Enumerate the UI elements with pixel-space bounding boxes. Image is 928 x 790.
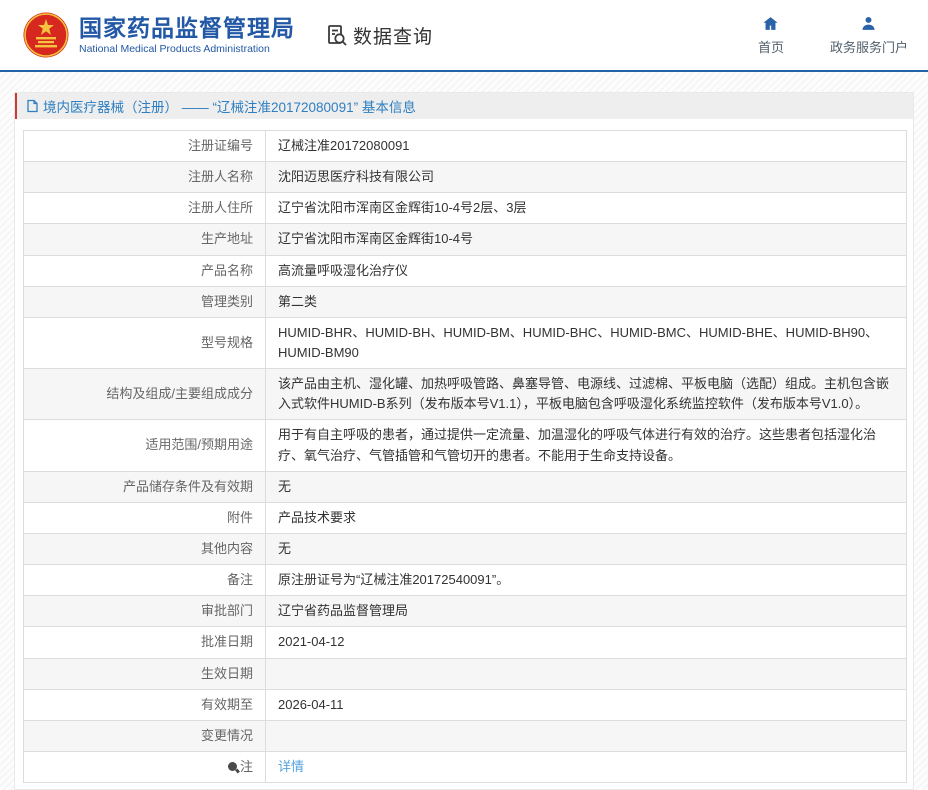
home-icon: [762, 15, 779, 32]
row-value: 2026-04-11: [266, 689, 907, 720]
row-label: 有效期至: [24, 689, 266, 720]
row-value: 2021-04-12: [266, 627, 907, 658]
breadcrumb-text: 境内医疗器械（注册） —— “辽械注准20172080091” 基本信息: [43, 96, 416, 116]
row-value: [266, 720, 907, 751]
table-row: 其他内容无: [24, 533, 907, 564]
row-value: 该产品由主机、湿化罐、加热呼吸管路、鼻塞导管、电源线、过滤棉、平板电脑（选配）组…: [266, 369, 907, 420]
row-value: 无: [266, 533, 907, 564]
site-title-en: National Medical Products Administration: [79, 43, 295, 55]
table-row: 生效日期: [24, 658, 907, 689]
row-label: 产品储存条件及有效期: [24, 471, 266, 502]
user-icon: [860, 15, 877, 32]
table-row: 型号规格HUMID-BHR、HUMID-BH、HUMID-BM、HUMID-BH…: [24, 317, 907, 368]
row-value: 高流量呼吸湿化治疗仪: [266, 255, 907, 286]
table-row: 变更情况: [24, 720, 907, 751]
device-info-table: 注册证编号辽械注准20172080091注册人名称沈阳迈思医疗科技有限公司注册人…: [23, 130, 907, 783]
table-row: 备注原注册证号为“辽械注准20172540091”。: [24, 565, 907, 596]
row-label: 附件: [24, 502, 266, 533]
site-title-cn: 国家药品监督管理局: [79, 15, 295, 41]
row-value: 辽械注准20172080091: [266, 131, 907, 162]
table-row: 注册人住所辽宁省沈阳市浑南区金辉街10-4号2层、3层: [24, 193, 907, 224]
table-row: 生产地址辽宁省沈阳市浑南区金辉街10-4号: [24, 224, 907, 255]
row-value: 用于有自主呼吸的患者，通过提供一定流量、加温湿化的呼吸气体进行有效的治疗。这些患…: [266, 420, 907, 471]
row-label: 管理类别: [24, 286, 266, 317]
row-label: 变更情况: [24, 720, 266, 751]
row-label: 产品名称: [24, 255, 266, 286]
data-query-label: 数据查询: [353, 22, 433, 49]
table-row: 审批部门辽宁省药品监督管理局: [24, 596, 907, 627]
row-value: 辽宁省药品监督管理局: [266, 596, 907, 627]
row-value: 辽宁省沈阳市浑南区金辉街10-4号2层、3层: [266, 193, 907, 224]
detail-link[interactable]: 详情: [278, 759, 304, 774]
document-icon: [26, 99, 39, 113]
nav-item-portal[interactable]: 政务服务门户: [830, 15, 908, 56]
row-value: 产品技术要求: [266, 502, 907, 533]
data-query-nav[interactable]: 数据查询: [325, 22, 433, 49]
row-value: 无: [266, 471, 907, 502]
row-label: 备注: [24, 565, 266, 596]
row-value: 沈阳迈思医疗科技有限公司: [266, 162, 907, 193]
table-row: 有效期至2026-04-11: [24, 689, 907, 720]
row-label: 生产地址: [24, 224, 266, 255]
data-query-icon: [325, 23, 349, 47]
table-row: 批准日期2021-04-12: [24, 627, 907, 658]
row-label: 注册证编号: [24, 131, 266, 162]
table-row: 适用范围/预期用途用于有自主呼吸的患者，通过提供一定流量、加温湿化的呼吸气体进行…: [24, 420, 907, 471]
nav-item-home[interactable]: 首页: [758, 15, 784, 56]
nav-label-portal: 政务服务门户: [830, 37, 908, 56]
row-label: 其他内容: [24, 533, 266, 564]
row-label: 审批部门: [24, 596, 266, 627]
table-row: 结构及组成/主要组成成分该产品由主机、湿化罐、加热呼吸管路、鼻塞导管、电源线、过…: [24, 369, 907, 420]
table-row: 注册人名称沈阳迈思医疗科技有限公司: [24, 162, 907, 193]
row-label: 适用范围/预期用途: [24, 420, 266, 471]
table-row: 注详情: [24, 751, 907, 782]
breadcrumb: 境内医疗器械（注册） —— “辽械注准20172080091” 基本信息: [15, 93, 913, 119]
row-value: [266, 658, 907, 689]
table-row: 产品储存条件及有效期无: [24, 471, 907, 502]
row-label: 注: [24, 751, 266, 782]
national-emblem-logo: [22, 11, 70, 59]
row-value: 原注册证号为“辽械注准20172540091”。: [266, 565, 907, 596]
note-icon: [228, 762, 237, 771]
row-value: 详情: [266, 751, 907, 782]
table-row: 产品名称高流量呼吸湿化治疗仪: [24, 255, 907, 286]
info-table-body: 注册证编号辽械注准20172080091注册人名称沈阳迈思医疗科技有限公司注册人…: [24, 131, 907, 783]
row-label: 注册人名称: [24, 162, 266, 193]
row-label: 注册人住所: [24, 193, 266, 224]
row-value: 第二类: [266, 286, 907, 317]
content-card: 境内医疗器械（注册） —— “辽械注准20172080091” 基本信息 注册证…: [14, 92, 914, 790]
table-row: 附件产品技术要求: [24, 502, 907, 533]
table-row: 管理类别第二类: [24, 286, 907, 317]
row-label: 结构及组成/主要组成成分: [24, 369, 266, 420]
site-header: 国家药品监督管理局 National Medical Products Admi…: [0, 0, 928, 72]
row-value: 辽宁省沈阳市浑南区金辉街10-4号: [266, 224, 907, 255]
nav-label-home: 首页: [758, 37, 784, 56]
row-label: 批准日期: [24, 627, 266, 658]
row-label: 生效日期: [24, 658, 266, 689]
row-value: HUMID-BHR、HUMID-BH、HUMID-BM、HUMID-BHC、HU…: [266, 317, 907, 368]
site-title-block: 国家药品监督管理局 National Medical Products Admi…: [79, 15, 295, 55]
row-label: 型号规格: [24, 317, 266, 368]
table-row: 注册证编号辽械注准20172080091: [24, 131, 907, 162]
